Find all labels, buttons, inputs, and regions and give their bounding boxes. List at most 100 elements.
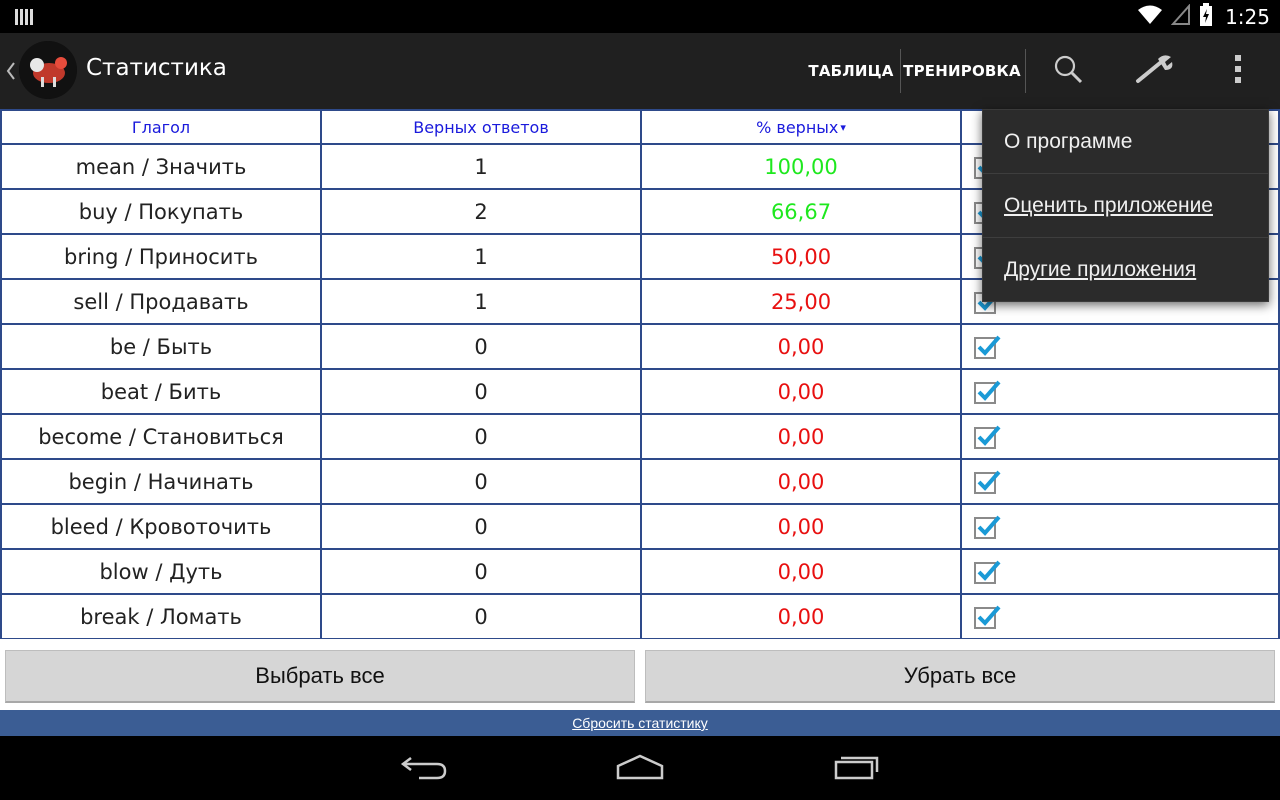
search-icon xyxy=(1052,53,1084,89)
table-row[interactable]: beat / Бить 0 0,00 xyxy=(0,368,1280,415)
search-button[interactable] xyxy=(1040,33,1096,109)
cell-percent: 66,67 xyxy=(640,188,962,235)
home-icon xyxy=(615,752,665,784)
wrench-icon xyxy=(1134,53,1174,89)
cell-verb: break / Ломать xyxy=(0,593,322,639)
app-logo[interactable] xyxy=(19,41,77,99)
header-percent[interactable]: % верных ▾ xyxy=(640,109,962,145)
cell-select xyxy=(960,323,1280,370)
checkmark-icon xyxy=(977,380,1001,401)
overflow-popup-menu: О программе Оценить приложение Другие пр… xyxy=(982,109,1269,302)
cell-percent: 0,00 xyxy=(640,548,962,595)
cell-verb: buy / Покупать xyxy=(0,188,322,235)
cell-verb: become / Становиться xyxy=(0,413,322,460)
row-checkbox[interactable] xyxy=(974,425,1001,449)
status-time: 1:25 xyxy=(1225,5,1270,29)
cell-percent: 0,00 xyxy=(640,458,962,505)
cell-select xyxy=(960,548,1280,595)
page-title: Статистика xyxy=(86,55,227,81)
cell-correct: 1 xyxy=(320,143,642,190)
cell-verb: sell / Продавать xyxy=(0,278,322,325)
cell-select xyxy=(960,503,1280,550)
table-row[interactable]: blow / Дуть 0 0,00 xyxy=(0,548,1280,595)
tab-training[interactable]: ТРЕНИРОВКА xyxy=(902,33,1022,109)
back-icon xyxy=(399,752,449,784)
checkmark-icon xyxy=(977,470,1001,491)
recents-icon xyxy=(832,752,882,784)
cell-percent: 25,00 xyxy=(640,278,962,325)
row-checkbox[interactable] xyxy=(974,470,1001,494)
header-verb[interactable]: Глагол xyxy=(0,109,322,145)
cell-percent: 0,00 xyxy=(640,413,962,460)
overflow-menu-icon xyxy=(1234,54,1242,88)
row-checkbox[interactable] xyxy=(974,515,1001,539)
table-row[interactable]: bleed / Кровоточить 0 0,00 xyxy=(0,503,1280,550)
cell-verb: bleed / Кровоточить xyxy=(0,503,322,550)
table-row[interactable]: break / Ломать 0 0,00 xyxy=(0,593,1280,639)
cell-percent: 0,00 xyxy=(640,368,962,415)
cell-percent: 50,00 xyxy=(640,233,962,280)
row-checkbox[interactable] xyxy=(974,380,1001,404)
cell-verb: mean / Значить xyxy=(0,143,322,190)
up-navigation-icon[interactable] xyxy=(5,59,17,83)
system-nav-bar xyxy=(0,736,1280,800)
overflow-menu-button[interactable] xyxy=(1212,33,1264,109)
back-button[interactable] xyxy=(394,750,454,786)
cell-correct: 0 xyxy=(320,323,642,370)
cell-correct: 1 xyxy=(320,278,642,325)
row-checkbox[interactable] xyxy=(974,605,1001,629)
settings-button[interactable] xyxy=(1124,33,1184,109)
cell-correct: 0 xyxy=(320,548,642,595)
cell-verb: be / Быть xyxy=(0,323,322,370)
cell-percent: 0,00 xyxy=(640,503,962,550)
cell-correct: 0 xyxy=(320,413,642,460)
button-bar: Выбрать все Убрать все xyxy=(0,639,1280,710)
cell-percent: 100,00 xyxy=(640,143,962,190)
checkmark-icon xyxy=(977,605,1001,626)
checkmark-icon xyxy=(977,560,1001,581)
tab-divider xyxy=(900,49,901,93)
cell-verb: bring / Приносить xyxy=(0,233,322,280)
tab-divider xyxy=(1025,49,1026,93)
menu-item-rate-app[interactable]: Оценить приложение xyxy=(983,174,1268,238)
reset-statistics-link[interactable]: Сбросить статистику xyxy=(572,715,708,731)
cell-verb: begin / Начинать xyxy=(0,458,322,505)
menu-item-other-apps[interactable]: Другие приложения xyxy=(983,238,1268,302)
cell-select xyxy=(960,458,1280,505)
cell-verb: blow / Дуть xyxy=(0,548,322,595)
menu-item-about[interactable]: О программе xyxy=(983,110,1268,174)
cell-select xyxy=(960,413,1280,460)
cell-select xyxy=(960,368,1280,415)
cell-verb: beat / Бить xyxy=(0,368,322,415)
cell-correct: 1 xyxy=(320,233,642,280)
header-correct[interactable]: Верных ответов xyxy=(320,109,642,145)
checkmark-icon xyxy=(977,335,1001,356)
cell-correct: 0 xyxy=(320,368,642,415)
cell-correct: 2 xyxy=(320,188,642,235)
cell-correct: 0 xyxy=(320,593,642,639)
row-checkbox[interactable] xyxy=(974,560,1001,584)
cell-percent: 0,00 xyxy=(640,323,962,370)
notification-icon xyxy=(14,7,34,27)
action-bar: Статистика ТАБЛИЦА ТРЕНИРОВКА xyxy=(0,33,1280,109)
cell-percent: 0,00 xyxy=(640,593,962,639)
checkmark-icon xyxy=(977,515,1001,536)
battery-icon xyxy=(1199,3,1213,31)
status-bar: 1:25 xyxy=(0,0,1280,33)
sort-arrow-icon: ▾ xyxy=(840,120,846,134)
select-all-button[interactable]: Выбрать все xyxy=(5,650,635,703)
cell-correct: 0 xyxy=(320,503,642,550)
row-checkbox[interactable] xyxy=(974,335,1001,359)
cell-select xyxy=(960,593,1280,639)
tab-table[interactable]: ТАБЛИЦА xyxy=(803,33,899,109)
reset-bar: Сбросить статистику xyxy=(0,710,1280,736)
table-row[interactable]: be / Быть 0 0,00 xyxy=(0,323,1280,370)
recents-button[interactable] xyxy=(827,750,887,786)
signal-icon xyxy=(1170,3,1191,30)
checkmark-icon xyxy=(977,425,1001,446)
wifi-icon xyxy=(1137,4,1163,30)
home-button[interactable] xyxy=(610,750,670,786)
table-row[interactable]: become / Становиться 0 0,00 xyxy=(0,413,1280,460)
table-row[interactable]: begin / Начинать 0 0,00 xyxy=(0,458,1280,505)
deselect-all-button[interactable]: Убрать все xyxy=(645,650,1275,703)
